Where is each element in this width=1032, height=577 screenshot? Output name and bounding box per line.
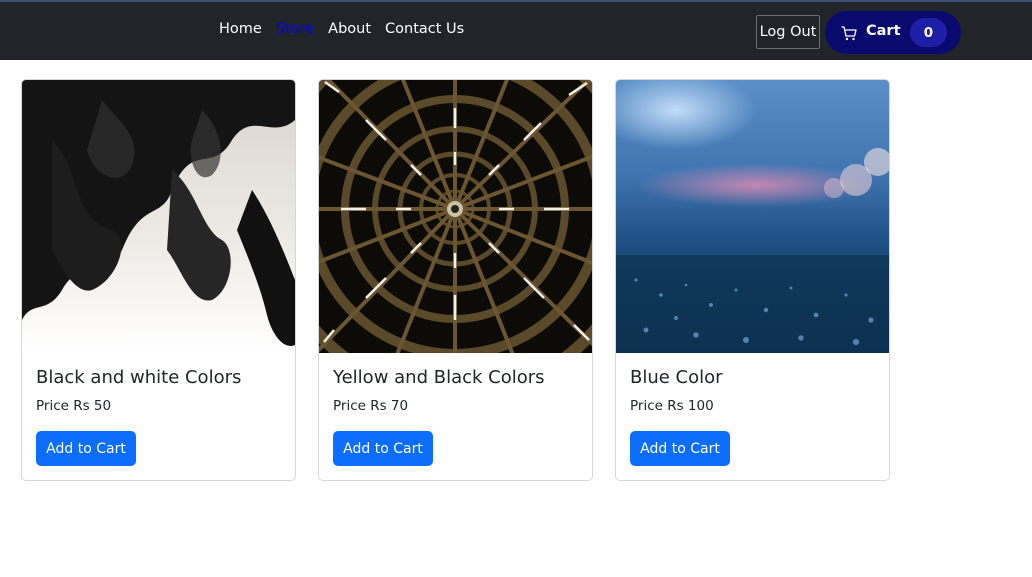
product-card: Yellow and Black Colors Price Rs 70 Add …: [318, 79, 593, 481]
product-price: Price Rs 100: [630, 398, 714, 414]
product-image-bokeh: [616, 80, 889, 353]
logout-button[interactable]: Log Out: [756, 15, 820, 49]
product-title: Blue Color: [630, 367, 723, 388]
product-title: Yellow and Black Colors: [333, 367, 545, 388]
cart-count-badge: 0: [910, 18, 947, 47]
product-image-tunnel: [319, 80, 592, 353]
add-to-cart-button[interactable]: Add to Cart: [630, 431, 730, 466]
cart-button[interactable]: Cart 0: [825, 11, 961, 54]
product-card: Black and white Colors Price Rs 50 Add t…: [21, 79, 296, 481]
nav-link-about[interactable]: About: [328, 21, 371, 37]
product-price: Price Rs 50: [36, 398, 112, 414]
cart-icon: [841, 26, 857, 41]
cart-label: Cart: [866, 23, 901, 39]
nav-link-store[interactable]: Store: [276, 21, 314, 37]
nav-links: Home Store About Contact Us: [219, 21, 464, 37]
product-title: Black and white Colors: [36, 367, 242, 388]
product-card: Blue Color Price Rs 100 Add to Cart: [615, 79, 890, 481]
add-to-cart-button[interactable]: Add to Cart: [333, 431, 433, 466]
product-image-ink: [22, 80, 295, 353]
add-to-cart-button[interactable]: Add to Cart: [36, 431, 136, 466]
nav-link-contact[interactable]: Contact Us: [385, 21, 464, 37]
navbar: Home Store About Contact Us Log Out Cart…: [0, 0, 1032, 60]
nav-link-home[interactable]: Home: [219, 21, 262, 37]
product-price: Price Rs 70: [333, 398, 409, 414]
